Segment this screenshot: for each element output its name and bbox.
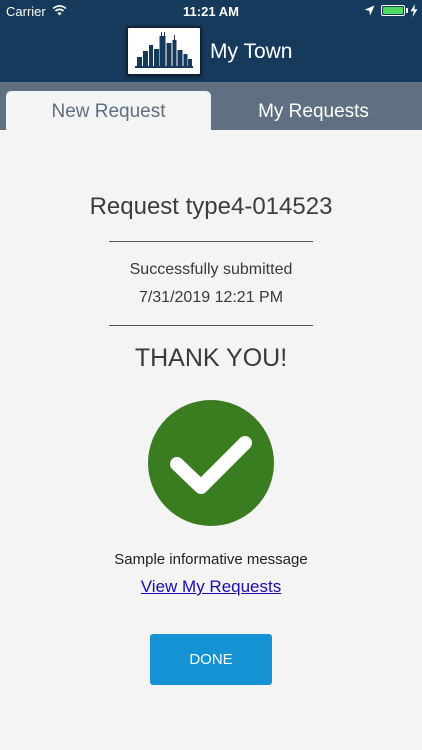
view-requests-container: View My Requests — [0, 577, 422, 597]
tab-my-requests[interactable]: My Requests — [211, 91, 416, 130]
status-time: 11:21 AM — [183, 4, 239, 19]
tab-new-request[interactable]: New Request — [6, 91, 211, 130]
done-button[interactable]: DONE — [150, 634, 272, 685]
submission-datetime: 7/31/2019 12:21 PM — [138, 289, 284, 306]
status-bar: Carrier 11:21 AM — [0, 0, 422, 22]
town-logo — [126, 26, 202, 76]
app-header: Carrier 11:21 AM My Town New Request My … — [0, 0, 422, 130]
battery-tip — [406, 8, 408, 13]
submission-status: Successfully submitted — [129, 261, 293, 278]
checkmark-circle-icon — [148, 400, 274, 526]
request-title: Request type4-014523 — [89, 193, 333, 220]
charging-bolt-icon — [410, 4, 418, 17]
info-message: Sample informative message — [114, 551, 308, 568]
app-title: My Town — [210, 40, 293, 63]
tab-bar: New Request My Requests — [0, 82, 422, 130]
view-my-requests-link[interactable]: View My Requests — [141, 577, 281, 596]
city-skyline-icon — [135, 32, 193, 68]
divider-bottom — [109, 325, 313, 326]
battery-icon — [381, 5, 405, 16]
thank-you-heading: THANK YOU! — [134, 344, 288, 372]
location-arrow-icon — [364, 5, 375, 16]
divider-top — [109, 241, 313, 242]
